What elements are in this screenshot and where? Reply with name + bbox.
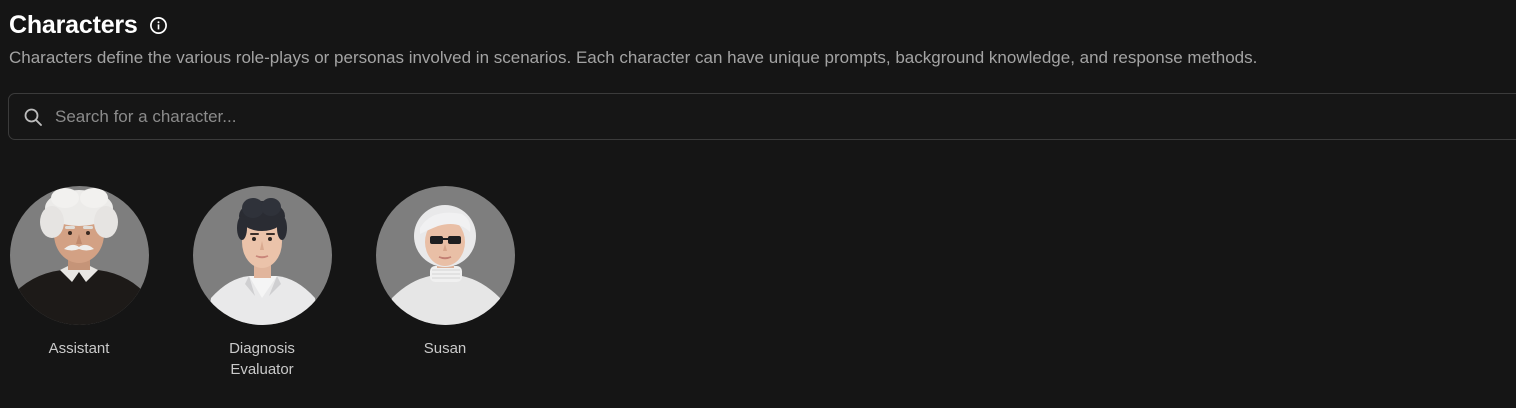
search-input[interactable] [55, 106, 1516, 127]
character-card-diagnosis-evaluator[interactable]: Diagnosis Evaluator [192, 186, 332, 380]
page-description: Characters define the various role-plays… [9, 48, 1258, 67]
character-name: Assistant [48, 340, 110, 357]
character-name: Diagnosis Evaluator [229, 340, 295, 378]
character-card-assistant[interactable]: Assistant [9, 186, 149, 359]
character-avatar[interactable] [375, 186, 515, 325]
character-avatar[interactable] [9, 186, 149, 325]
character-card-susan[interactable]: Susan [375, 186, 515, 359]
page-header: Characters [9, 9, 168, 41]
character-name: Susan [423, 340, 467, 357]
character-avatar[interactable] [192, 186, 332, 325]
search-bar[interactable] [8, 93, 1516, 140]
search-icon [23, 107, 43, 127]
info-icon[interactable] [149, 16, 168, 35]
page-title: Characters [9, 11, 138, 39]
